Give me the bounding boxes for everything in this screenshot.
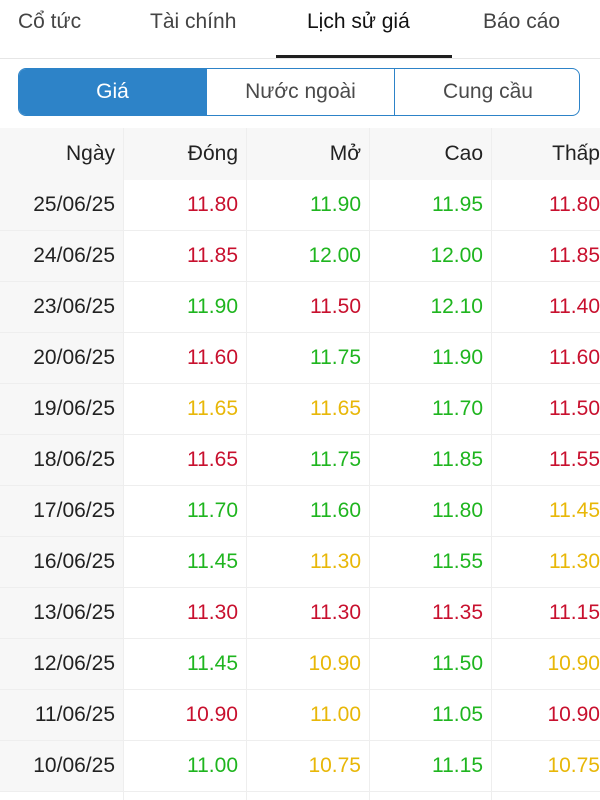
cell-open: 11.75 [310, 448, 361, 471]
cell-low: 11.55 [549, 448, 600, 471]
cell-date: 16/06/25 [0, 537, 123, 587]
table-row[interactable]: 19/06/25 11.65 11.65 11.70 11.50 [0, 384, 600, 435]
segment-price[interactable]: Giá [19, 69, 206, 115]
table-row[interactable]: 17/06/25 11.70 11.60 11.80 11.45 [0, 486, 600, 537]
cell-close: 11.80 [187, 193, 238, 216]
cell-low: 11.30 [549, 550, 600, 573]
cell-open: 10.75 [308, 754, 361, 777]
cell-close: 11.45 [187, 652, 238, 675]
header-high[interactable]: Cao [369, 128, 491, 180]
cell-high: 12.00 [430, 244, 483, 267]
segment-supply-demand[interactable]: Cung cầu [394, 69, 579, 115]
cell-open: 11.75 [310, 346, 361, 369]
cell-high: 11.05 [432, 703, 483, 726]
cell-low: 11.15 [549, 601, 600, 624]
cell-close: 11.65 [187, 397, 238, 420]
cell-date: 24/06/25 [0, 231, 123, 281]
cell-high: 11.15 [432, 754, 483, 777]
tab-price-history[interactable]: Lịch sử giá [307, 10, 410, 34]
cell-date: 20/06/25 [0, 333, 123, 383]
cell-low: 10.75 [547, 754, 600, 777]
cell-close: 11.85 [187, 244, 238, 267]
cell-date: 19/06/25 [0, 384, 123, 434]
cell-low: 11.50 [549, 397, 600, 420]
column-divider [123, 128, 124, 800]
tab-reports[interactable]: Báo cáo [483, 10, 560, 34]
cell-date: 10/06/25 [0, 741, 123, 791]
table-header-row: Ngày Đóng Mở Cao Thấp [0, 128, 600, 180]
cell-open: 12.00 [308, 244, 361, 267]
tab-dividends[interactable]: Cổ tức [18, 10, 81, 34]
segmented-control: Giá Nước ngoài Cung cầu [18, 68, 580, 116]
cell-close: 11.30 [187, 601, 238, 624]
cell-close: 11.90 [187, 295, 238, 318]
cell-high: 11.90 [432, 346, 483, 369]
cell-low: 11.60 [549, 346, 600, 369]
cell-high: 11.50 [432, 652, 483, 675]
cell-high: 12.10 [430, 295, 483, 318]
cell-close: 11.60 [187, 346, 238, 369]
column-divider [246, 128, 247, 800]
table-row[interactable]: 23/06/25 11.90 11.50 12.10 11.40 [0, 282, 600, 333]
column-divider [369, 128, 370, 800]
cell-high: 11.55 [432, 550, 483, 573]
cell-open: 11.65 [310, 397, 361, 420]
cell-low: 11.40 [549, 295, 600, 318]
cell-low: 11.85 [549, 244, 600, 267]
table-row[interactable]: 25/06/25 11.80 11.90 11.95 11.80 [0, 180, 600, 231]
table-row[interactable]: 12/06/25 11.45 10.90 11.50 10.90 [0, 639, 600, 690]
cell-date: 23/06/25 [0, 282, 123, 332]
cell-low: 11.80 [549, 193, 600, 216]
cell-date: 18/06/25 [0, 435, 123, 485]
cell-close: 11.65 [187, 448, 238, 471]
cell-open: 10.90 [308, 652, 361, 675]
cell-high: 11.70 [432, 397, 483, 420]
cell-open: 11.60 [310, 499, 361, 522]
table-row[interactable]: 13/06/25 11.30 11.30 11.35 11.15 [0, 588, 600, 639]
cell-date: 17/06/25 [0, 486, 123, 536]
tab-finance[interactable]: Tài chính [150, 10, 236, 34]
header-open[interactable]: Mở [246, 128, 369, 180]
cell-close: 11.70 [187, 499, 238, 522]
table-row[interactable]: 10/06/25 11.00 10.75 11.15 10.75 [0, 741, 600, 792]
top-tab-bar: Cổ tức Tài chính Lịch sử giá Báo cáo [0, 0, 600, 59]
cell-open: 11.00 [310, 703, 361, 726]
table-row[interactable]: 16/06/25 11.45 11.30 11.55 11.30 [0, 537, 600, 588]
cell-date: 11/06/25 [0, 690, 123, 740]
table-row[interactable]: 18/06/25 11.65 11.75 11.85 11.55 [0, 435, 600, 486]
header-close[interactable]: Đóng [123, 128, 246, 180]
segment-foreign[interactable]: Nước ngoài [206, 69, 394, 115]
table-row[interactable]: 20/06/25 11.60 11.75 11.90 11.60 [0, 333, 600, 384]
cell-open: 11.50 [310, 295, 361, 318]
cell-low: 10.90 [547, 703, 600, 726]
cell-open: 11.90 [310, 193, 361, 216]
cell-high: 11.80 [432, 499, 483, 522]
header-date[interactable]: Ngày [0, 128, 123, 180]
table-row[interactable]: 11/06/25 10.90 11.00 11.05 10.90 [0, 690, 600, 741]
cell-low: 10.90 [547, 652, 600, 675]
cell-high: 11.95 [432, 193, 483, 216]
cell-open: 11.30 [310, 550, 361, 573]
cell-close: 11.45 [187, 550, 238, 573]
column-divider [491, 128, 492, 800]
header-low[interactable]: Thấp [491, 128, 600, 180]
active-tab-indicator [276, 55, 452, 58]
cell-close: 11.00 [187, 754, 238, 777]
cell-date: 25/06/25 [0, 180, 123, 230]
cell-low: 11.45 [549, 499, 600, 522]
cell-high: 11.35 [432, 601, 483, 624]
cell-date: 13/06/25 [0, 588, 123, 638]
cell-date: 12/06/25 [0, 639, 123, 689]
cell-open: 11.30 [310, 601, 361, 624]
cell-high: 11.85 [432, 448, 483, 471]
table-row[interactable]: 24/06/25 11.85 12.00 12.00 11.85 [0, 231, 600, 282]
cell-close: 10.90 [185, 703, 238, 726]
